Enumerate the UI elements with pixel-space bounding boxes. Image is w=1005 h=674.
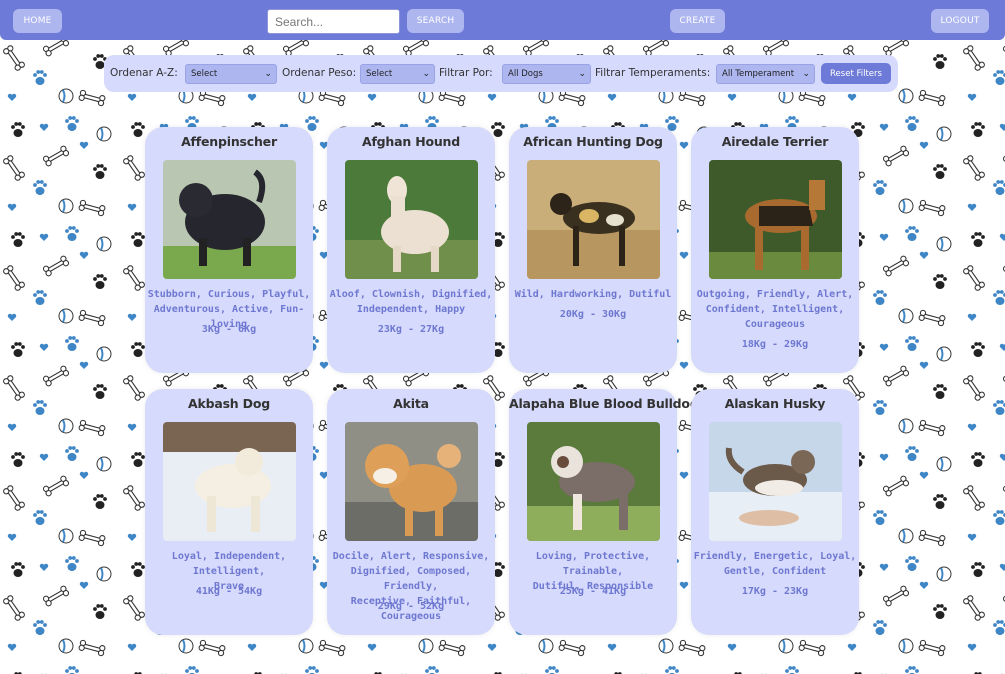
order-weight-value: Select bbox=[366, 69, 393, 79]
logout-button[interactable]: LOGOUT bbox=[931, 9, 989, 33]
chevron-down-icon: ⌄ bbox=[578, 69, 586, 79]
filter-temperaments-select[interactable]: All Temperament ⌄ bbox=[716, 64, 815, 84]
dog-weight: 23Kg - 27Kg bbox=[377, 324, 445, 335]
dog-name: Alaskan Husky bbox=[724, 396, 826, 411]
dog-photo bbox=[345, 160, 478, 279]
dog-name: Alapaha Blue Blood Bulldog bbox=[509, 396, 699, 411]
dog-photo bbox=[163, 422, 296, 541]
dog-weight: 29Kg - 52Kg bbox=[377, 601, 445, 612]
dog-photo bbox=[527, 422, 660, 541]
dog-card[interactable]: Akbash Dog Loyal, Independent, Intellige… bbox=[145, 389, 313, 635]
dog-card[interactable]: African Hunting Dog Wild, Hardworking, D… bbox=[509, 127, 677, 373]
dog-card[interactable]: Afghan Hound Aloof, Clownish, Dignified,… bbox=[327, 127, 495, 373]
temperament-line: Confident, Intelligent, bbox=[705, 304, 845, 315]
dog-photo bbox=[345, 422, 478, 541]
search-input[interactable] bbox=[267, 9, 400, 34]
temperament-line: Dignified, Composed, Friendly, bbox=[350, 566, 472, 592]
dog-card[interactable]: Alapaha Blue Blood Bulldog Loving, Prote… bbox=[509, 389, 699, 635]
home-button[interactable]: HOME bbox=[13, 9, 62, 33]
create-button[interactable]: CREATE bbox=[670, 9, 725, 33]
dog-name: Akita bbox=[393, 396, 429, 411]
dog-card[interactable]: Affenpinscher Stubborn, Curious, Playful… bbox=[145, 127, 313, 373]
temperament-line: Courageous bbox=[744, 319, 806, 330]
dog-card[interactable]: Alaskan Husky Friendly, Energetic, Loyal… bbox=[691, 389, 859, 635]
chevron-down-icon: ⌄ bbox=[264, 69, 272, 79]
dog-weight: 18Kg - 29Kg bbox=[741, 339, 809, 350]
filter-by-label: Filtrar Por: bbox=[439, 67, 493, 79]
reset-filters-button[interactable]: Reset Filters bbox=[821, 63, 891, 84]
navbar: HOME SEARCH CREATE LOGOUT bbox=[0, 0, 1005, 40]
temperament-line: Loving, Protective, Trainable, bbox=[535, 551, 651, 577]
dog-weight: 17Kg - 23Kg bbox=[741, 586, 809, 597]
search-button[interactable]: SEARCH bbox=[407, 9, 464, 33]
filter-temperaments-label: Filtrar Temperaments: bbox=[595, 67, 711, 79]
filter-bar: Ordenar A-Z: Select ⌄ Ordenar Peso: Sele… bbox=[104, 55, 898, 92]
temperament-line: Outgoing, Friendly, Alert, bbox=[696, 289, 854, 300]
dog-photo bbox=[709, 422, 842, 541]
temperament-line: Friendly, Energetic, Loyal, bbox=[693, 551, 857, 562]
filter-by-value: All Dogs bbox=[508, 69, 543, 79]
chevron-down-icon: ⌄ bbox=[422, 69, 430, 79]
dog-weight: 41Kg - 54Kg bbox=[195, 586, 263, 597]
dog-weight: 25Kg - 41Kg bbox=[559, 586, 627, 597]
order-az-label: Ordenar A-Z: bbox=[110, 67, 178, 79]
dog-name: Akbash Dog bbox=[188, 396, 270, 411]
temperament-line: Gentle, Confident bbox=[723, 566, 827, 577]
temperament-line: Docile, Alert, Responsive, bbox=[332, 551, 490, 562]
dog-name: African Hunting Dog bbox=[523, 134, 663, 149]
dog-weight: 3Kg - 6Kg bbox=[201, 324, 257, 335]
order-weight-select[interactable]: Select ⌄ bbox=[360, 64, 435, 84]
dog-temperaments: Aloof, Clownish, Dignified, Independent,… bbox=[325, 287, 497, 317]
dog-temperaments: Outgoing, Friendly, Alert, Confident, In… bbox=[689, 287, 861, 332]
dog-photo bbox=[527, 160, 660, 279]
dog-photo bbox=[163, 160, 296, 279]
filter-temperaments-value: All Temperament bbox=[722, 69, 795, 79]
dog-temperaments: Friendly, Energetic, Loyal, Gentle, Conf… bbox=[689, 549, 861, 579]
temperament-line: Stubborn, Curious, Playful, bbox=[147, 289, 311, 300]
chevron-down-icon: ⌄ bbox=[802, 69, 810, 79]
dog-photo bbox=[709, 160, 842, 279]
dog-name: Affenpinscher bbox=[181, 134, 277, 149]
dog-card[interactable]: Airedale Terrier Outgoing, Friendly, Ale… bbox=[691, 127, 859, 373]
dog-temperaments: Wild, Hardworking, Dutiful bbox=[507, 287, 679, 302]
dog-weight: 20Kg - 30Kg bbox=[559, 309, 627, 320]
dog-temperaments: Docile, Alert, Responsive, Dignified, Co… bbox=[325, 549, 497, 624]
temperament-line: Independent, Happy bbox=[356, 304, 466, 315]
order-weight-label: Ordenar Peso: bbox=[282, 67, 357, 79]
dog-name: Afghan Hound bbox=[361, 134, 461, 149]
dog-card[interactable]: Akita Docile, Alert, Responsive, Dignifi… bbox=[327, 389, 495, 635]
dog-name: Airedale Terrier bbox=[721, 134, 829, 149]
order-az-select[interactable]: Select ⌄ bbox=[185, 64, 277, 84]
filter-by-select[interactable]: All Dogs ⌄ bbox=[502, 64, 591, 84]
temperament-line: Loyal, Independent, Intelligent, bbox=[171, 551, 287, 577]
order-az-value: Select bbox=[191, 69, 218, 79]
temperament-line: Aloof, Clownish, Dignified, bbox=[329, 289, 493, 300]
temperament-line: Wild, Hardworking, Dutiful bbox=[514, 289, 672, 300]
